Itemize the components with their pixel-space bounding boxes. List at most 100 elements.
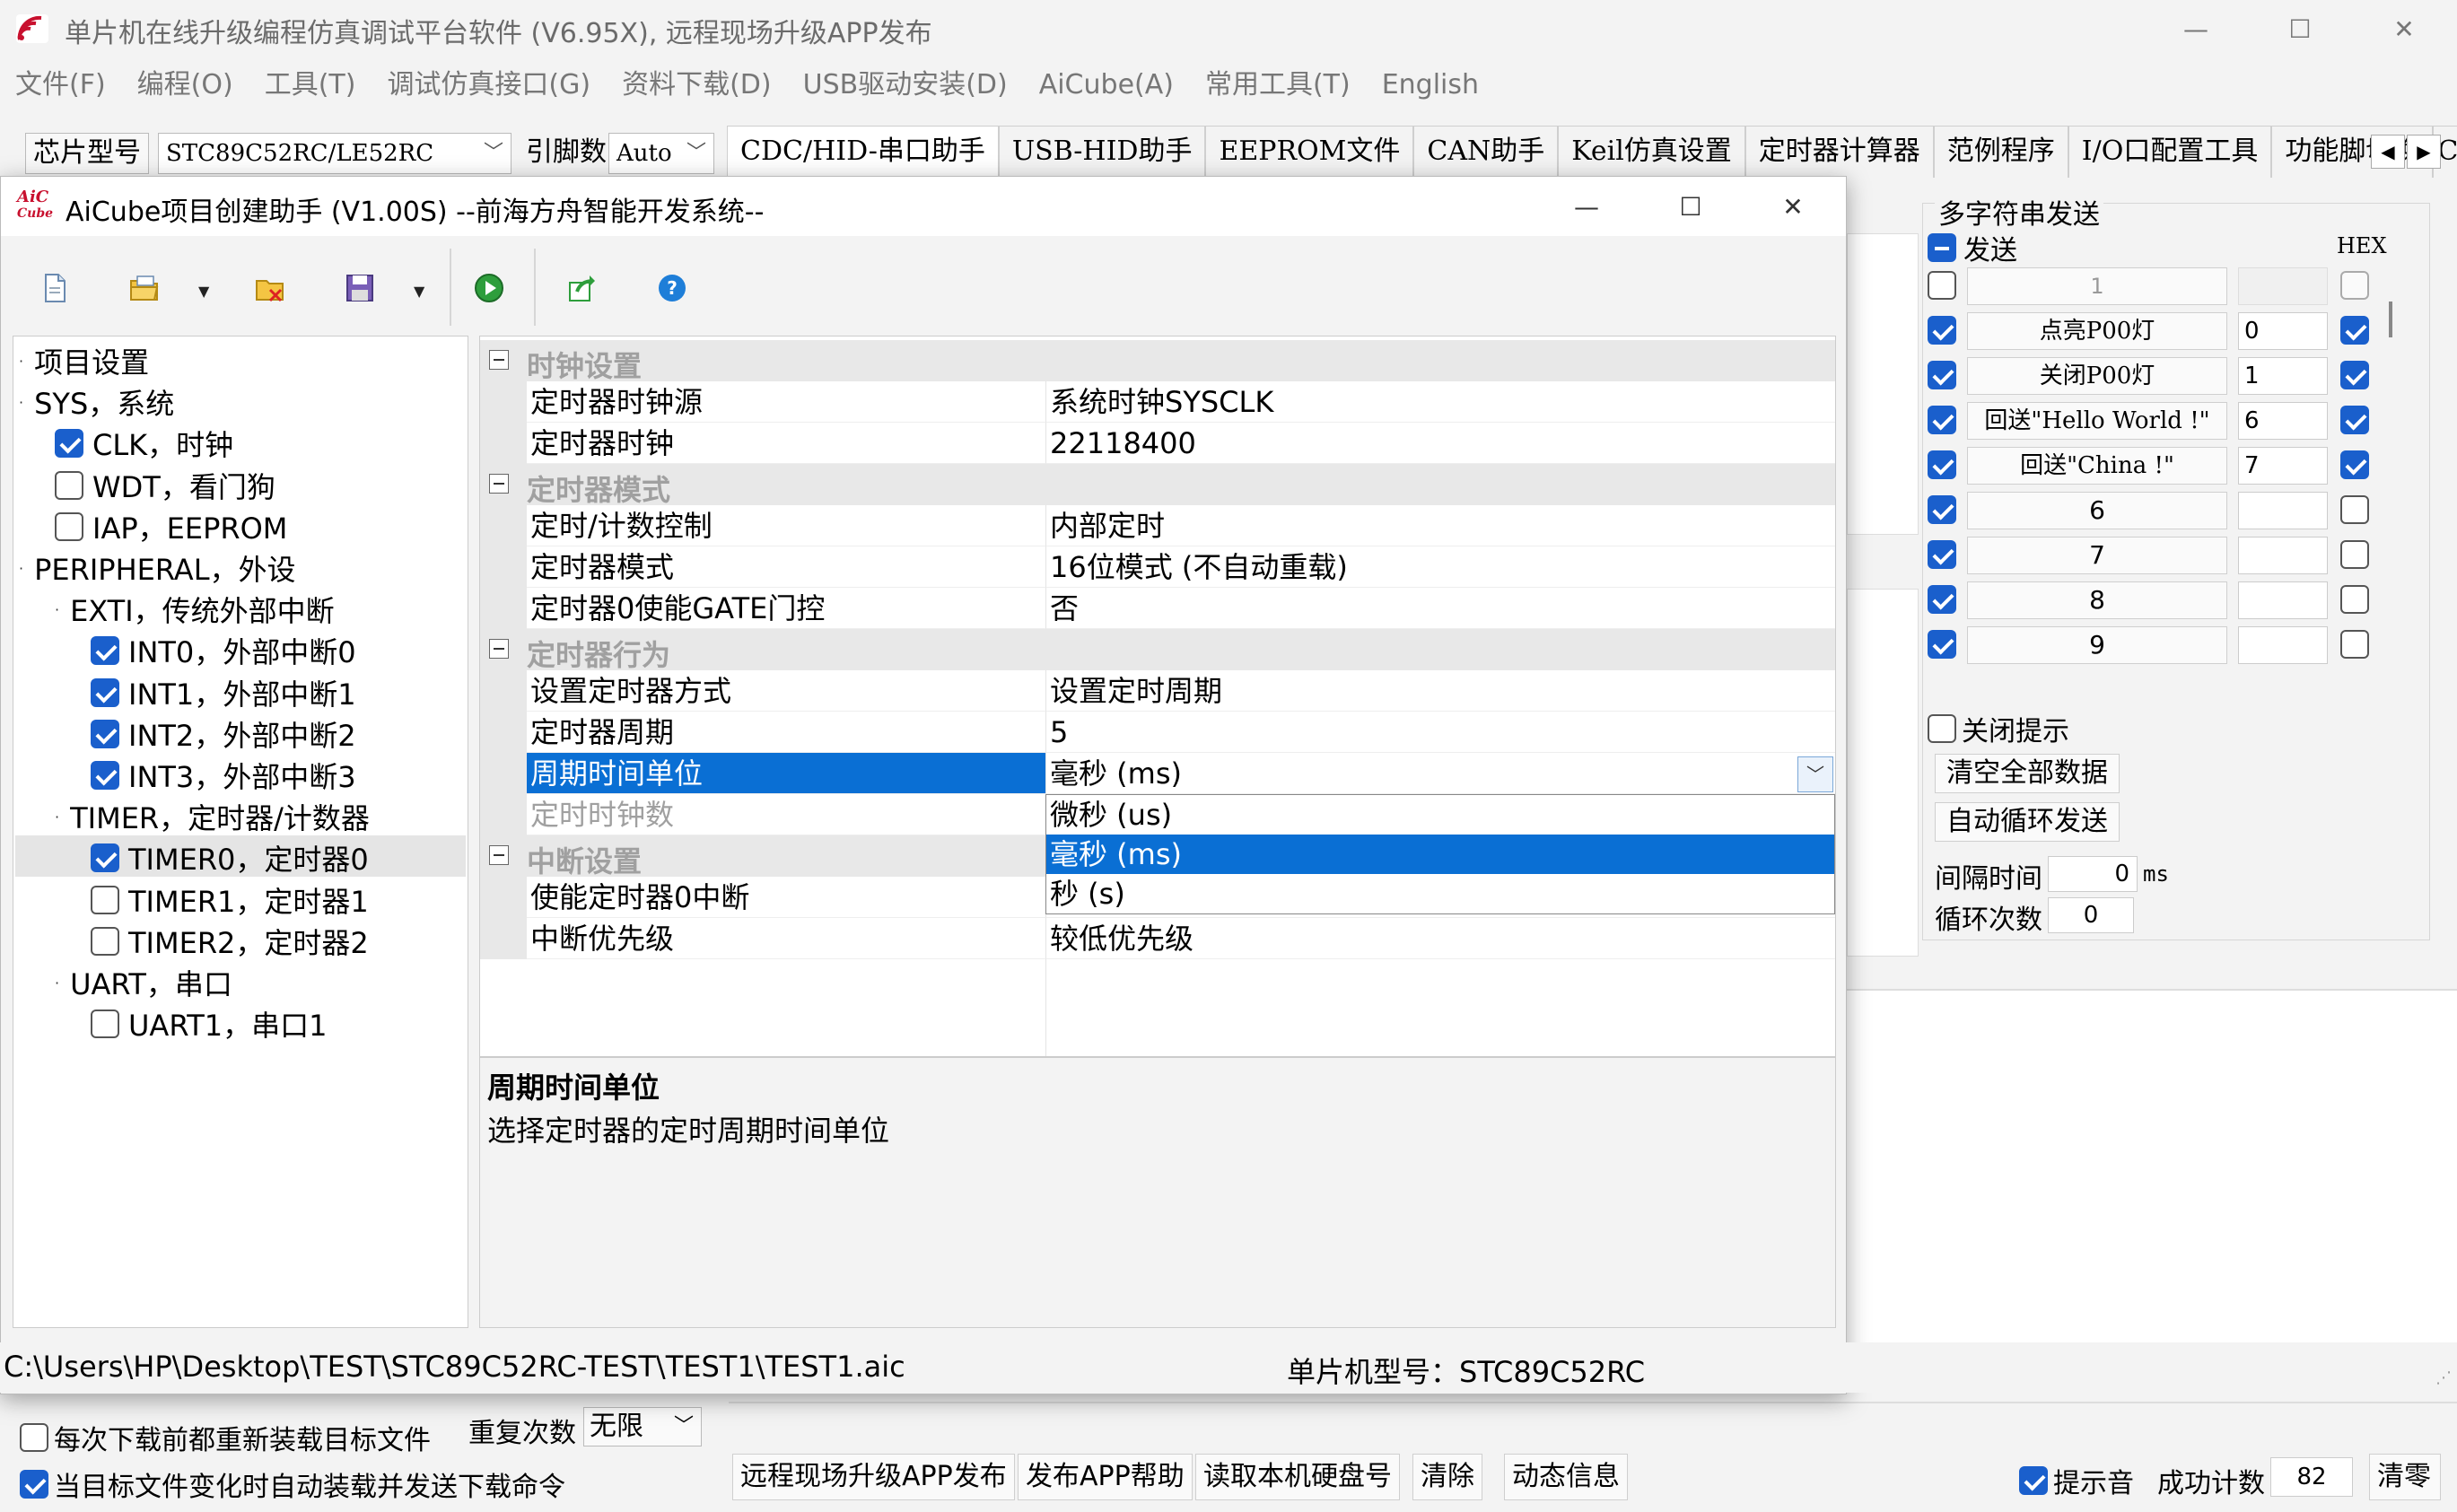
reset-count-button[interactable]: 清零 xyxy=(2369,1454,2441,1500)
remote-upgrade-button[interactable]: 远程现场升级APP发布 xyxy=(732,1454,1015,1500)
category-timer-mode[interactable]: 定时器模式 xyxy=(480,464,1835,507)
tree-expander-icon[interactable]: · xyxy=(55,808,59,826)
reload-each-option[interactable]: 每次下载前都重新装载目标文件 xyxy=(20,1418,431,1457)
tree-node[interactable]: TIMER2，定时器2 xyxy=(91,921,369,962)
collapse-icon[interactable] xyxy=(489,350,509,370)
tree-expander-icon[interactable]: · xyxy=(19,353,23,370)
tree-node-checkbox[interactable] xyxy=(91,1009,119,1039)
read-disk-id-button[interactable]: 读取本机硬盘号 xyxy=(1195,1454,1400,1500)
close-project-icon[interactable] xyxy=(254,272,286,304)
tree-node[interactable]: IAP，EEPROM xyxy=(55,506,287,547)
clear-button[interactable]: 清除 xyxy=(1412,1454,1482,1500)
app-help-button[interactable]: 发布APP帮助 xyxy=(1018,1454,1193,1500)
tree-node-checkbox[interactable] xyxy=(91,761,119,790)
tree-node[interactable]: · UART，串口 xyxy=(55,962,232,1003)
send-string-input[interactable]: 1 xyxy=(2238,357,2328,395)
tree-expander-icon[interactable]: · xyxy=(55,601,59,618)
send-string-button[interactable]: 关闭P00灯 xyxy=(1967,357,2227,395)
tab-scroll-right-icon[interactable]: ▶ xyxy=(2407,135,2441,169)
hex-checkbox[interactable] xyxy=(2340,361,2369,389)
close-icon[interactable]: ✕ xyxy=(2355,4,2453,54)
close-tip-checkbox[interactable] xyxy=(1928,714,1956,743)
send-string-input[interactable] xyxy=(2238,492,2328,529)
menu-english[interactable]: English xyxy=(1367,63,1495,108)
prop-value[interactable]: 较低优先级 xyxy=(1045,918,1835,959)
prop-value[interactable]: 22118400 xyxy=(1045,423,1835,464)
send-string-input[interactable] xyxy=(2238,626,2328,664)
send-string-input[interactable] xyxy=(2238,581,2328,619)
prop-value[interactable]: 5 xyxy=(1045,712,1835,753)
hex-checkbox[interactable] xyxy=(2340,585,2369,614)
prop-value[interactable]: 内部定时 xyxy=(1045,505,1835,546)
tree-node[interactable]: INT0，外部中断0 xyxy=(91,630,356,671)
prop-row-priority[interactable]: 中断优先级 较低优先级 xyxy=(480,918,1835,959)
auto-reload-option[interactable]: 当目标文件变化时自动装载并发送下载命令 xyxy=(20,1464,565,1504)
prop-value[interactable]: 否 xyxy=(1045,588,1835,629)
interval-input[interactable]: 0 xyxy=(2048,856,2138,892)
tip-sound-option[interactable]: 提示音 xyxy=(2019,1461,2134,1500)
prop-row-clock-source[interactable]: 定时器时钟源 系统时钟SYSCLK xyxy=(480,381,1835,423)
clear-all-button[interactable]: 清空全部数据 xyxy=(1935,754,2120,793)
send-row-checkbox[interactable] xyxy=(1928,316,1956,345)
hex-checkbox[interactable] xyxy=(2340,406,2369,434)
menu-debug[interactable]: 调试仿真接口(G) xyxy=(372,63,607,108)
tree-node[interactable]: TIMER1，定时器1 xyxy=(91,879,369,921)
run-icon[interactable] xyxy=(473,272,505,304)
send-string-input[interactable]: 0 xyxy=(2238,312,2328,350)
tree-node-checkbox[interactable] xyxy=(91,677,119,707)
send-row-checkbox[interactable] xyxy=(1928,361,1956,389)
tree-node-checkbox[interactable] xyxy=(91,719,119,748)
tab-keil[interactable]: Keil仿真设置 xyxy=(1558,126,1745,178)
prop-row-timer-mode[interactable]: 定时器模式 16位模式 (不自动重载) xyxy=(480,546,1835,588)
dropdown-option[interactable]: 微秒 (us) xyxy=(1046,795,1834,835)
prop-row-clock[interactable]: 定时器时钟 22118400 xyxy=(480,423,1835,464)
tree-node[interactable]: WDT，看门狗 xyxy=(55,465,275,506)
prop-row-timer-way[interactable]: 设置定时器方式 设置定时周期 xyxy=(480,670,1835,712)
send-string-button[interactable]: 6 xyxy=(1967,492,2227,529)
prop-value[interactable]: 设置定时周期 xyxy=(1045,670,1835,712)
dialog-minimize-icon[interactable]: — xyxy=(1537,182,1636,231)
tree-node[interactable]: TIMER0，定时器0 xyxy=(91,837,369,878)
dropdown-option[interactable]: 毫秒 (ms) xyxy=(1046,835,1834,874)
reload-each-checkbox[interactable] xyxy=(20,1423,48,1452)
hex-checkbox[interactable] xyxy=(2340,450,2369,479)
send-row-checkbox[interactable] xyxy=(1928,585,1956,614)
prop-value[interactable]: 系统时钟SYSCLK xyxy=(1045,381,1835,423)
send-string-button[interactable]: 9 xyxy=(1967,626,2227,664)
send-row-checkbox[interactable] xyxy=(1928,495,1956,524)
new-file-icon[interactable] xyxy=(39,272,71,304)
tree-node[interactable]: UART1，串口1 xyxy=(91,1003,328,1044)
send-string-button[interactable]: 点亮P00灯 xyxy=(1967,312,2227,350)
send-row-checkbox[interactable] xyxy=(1928,540,1956,569)
hex-checkbox[interactable] xyxy=(2340,271,2369,300)
tree-expander-icon[interactable]: · xyxy=(19,394,23,411)
send-string-button[interactable]: 1 xyxy=(1967,267,2227,305)
prop-row-period[interactable]: 定时器周期 5 xyxy=(480,712,1835,753)
prop-row-period-unit[interactable]: 周期时间单位 毫秒 (ms) ﹀ xyxy=(480,753,1835,794)
retry-select[interactable]: 无限 ﹀ xyxy=(583,1407,702,1446)
tree-node-checkbox[interactable] xyxy=(55,511,83,541)
category-clock[interactable]: 时钟设置 xyxy=(480,340,1835,383)
minimize-icon[interactable]: — xyxy=(2147,4,2245,54)
send-string-button[interactable]: 8 xyxy=(1967,581,2227,619)
pin-count-select[interactable]: Auto ﹀ xyxy=(608,133,714,174)
send-string-button[interactable]: 7 xyxy=(1967,537,2227,574)
prop-row-gate[interactable]: 定时器0使能GATE门控 否 xyxy=(480,588,1835,629)
tab-timer-calc[interactable]: 定时器计算器 xyxy=(1744,126,1934,178)
menu-usb-driver[interactable]: USB驱动安装(D) xyxy=(788,63,1024,108)
auto-loop-button[interactable]: 自动循环发送 xyxy=(1935,802,2120,842)
menu-file[interactable]: 文件(F) xyxy=(0,63,122,108)
tip-sound-checkbox[interactable] xyxy=(2019,1466,2048,1495)
tree-expander-icon[interactable]: · xyxy=(55,974,59,992)
tree-node-checkbox[interactable] xyxy=(91,926,119,956)
tab-examples[interactable]: 范例程序 xyxy=(1933,126,2068,178)
tree-node[interactable]: INT2，外部中断2 xyxy=(91,713,356,755)
resize-grip-icon[interactable]: ⋰ xyxy=(2435,1368,2452,1387)
menu-aicube[interactable]: AiCube(A) xyxy=(1024,63,1190,108)
send-string-input[interactable]: 6 xyxy=(2238,402,2328,440)
dialog-maximize-icon[interactable]: ☐ xyxy=(1641,182,1740,231)
tree-node-checkbox[interactable] xyxy=(91,885,119,914)
tree-node[interactable]: · EXTI，传统外部中断 xyxy=(55,589,335,630)
open-dropdown-icon[interactable]: ▼ xyxy=(198,283,209,300)
help-icon[interactable]: ? xyxy=(656,272,688,304)
